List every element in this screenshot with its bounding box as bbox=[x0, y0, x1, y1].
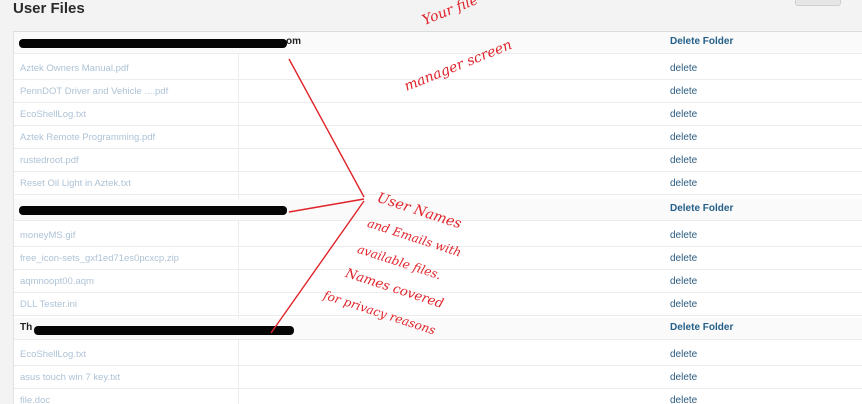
user-name-label: Th bbox=[20, 322, 33, 333]
user-folder-row: om Delete Folder bbox=[14, 32, 862, 54]
delete-file-link[interactable]: delete bbox=[670, 253, 697, 264]
delete-file-link[interactable]: delete bbox=[670, 132, 697, 143]
user-name-label: om bbox=[286, 36, 301, 47]
annotation-text: Your file bbox=[420, 0, 481, 29]
delete-file-link[interactable]: delete bbox=[670, 395, 697, 404]
delete-folder-link[interactable]: Delete Folder bbox=[670, 36, 733, 47]
file-link[interactable]: aqmnoopt00.aqm bbox=[20, 276, 94, 287]
user-folder-row: Th Delete Folder bbox=[14, 318, 862, 340]
file-link[interactable]: Reset Oil Light in Aztek.txt bbox=[20, 178, 131, 189]
redaction-bar bbox=[19, 39, 287, 48]
file-link[interactable]: PennDOT Driver and Vehicle ....pdf bbox=[20, 86, 168, 97]
delete-file-link[interactable]: delete bbox=[670, 63, 697, 74]
file-link[interactable]: Aztek Owners Manual.pdf bbox=[20, 63, 129, 74]
file-link[interactable]: DLL Tester.ini bbox=[20, 299, 77, 310]
delete-file-link[interactable]: delete bbox=[670, 299, 697, 310]
top-right-button[interactable] bbox=[795, 0, 841, 6]
redaction-bar bbox=[34, 326, 294, 335]
delete-file-link[interactable]: delete bbox=[670, 155, 697, 166]
file-link[interactable]: Aztek Remote Programming.pdf bbox=[20, 132, 155, 143]
file-row: rustedroot.pdf delete bbox=[14, 150, 862, 172]
delete-file-link[interactable]: delete bbox=[670, 178, 697, 189]
delete-file-link[interactable]: delete bbox=[670, 276, 697, 287]
file-link[interactable]: rustedroot.pdf bbox=[20, 155, 79, 166]
file-link[interactable]: file.doc bbox=[20, 395, 50, 404]
delete-file-link[interactable]: delete bbox=[670, 372, 697, 383]
delete-file-link[interactable]: delete bbox=[670, 86, 697, 97]
delete-file-link[interactable]: delete bbox=[670, 349, 697, 360]
delete-file-link[interactable]: delete bbox=[670, 109, 697, 120]
file-row: EcoShellLog.txt delete bbox=[14, 344, 862, 366]
file-row: asus touch win 7 key.txt delete bbox=[14, 367, 862, 389]
file-link[interactable]: EcoShellLog.txt bbox=[20, 349, 86, 360]
file-row: EcoShellLog.txt delete bbox=[14, 104, 862, 126]
file-link[interactable]: free_icon-sets_gxf1ed71es0pcxcp.zip bbox=[20, 253, 179, 264]
delete-folder-link[interactable]: Delete Folder bbox=[670, 322, 733, 333]
page-title: User Files bbox=[13, 0, 85, 17]
delete-file-link[interactable]: delete bbox=[670, 230, 697, 241]
file-link[interactable]: asus touch win 7 key.txt bbox=[20, 372, 120, 383]
file-row: Reset Oil Light in Aztek.txt delete bbox=[14, 173, 862, 195]
file-link[interactable]: moneyMS.gif bbox=[20, 230, 75, 241]
file-row: Aztek Remote Programming.pdf delete bbox=[14, 127, 862, 149]
delete-folder-link[interactable]: Delete Folder bbox=[670, 203, 733, 214]
file-row: PennDOT Driver and Vehicle ....pdf delet… bbox=[14, 81, 862, 103]
file-link[interactable]: EcoShellLog.txt bbox=[20, 109, 86, 120]
redaction-bar bbox=[19, 206, 287, 215]
